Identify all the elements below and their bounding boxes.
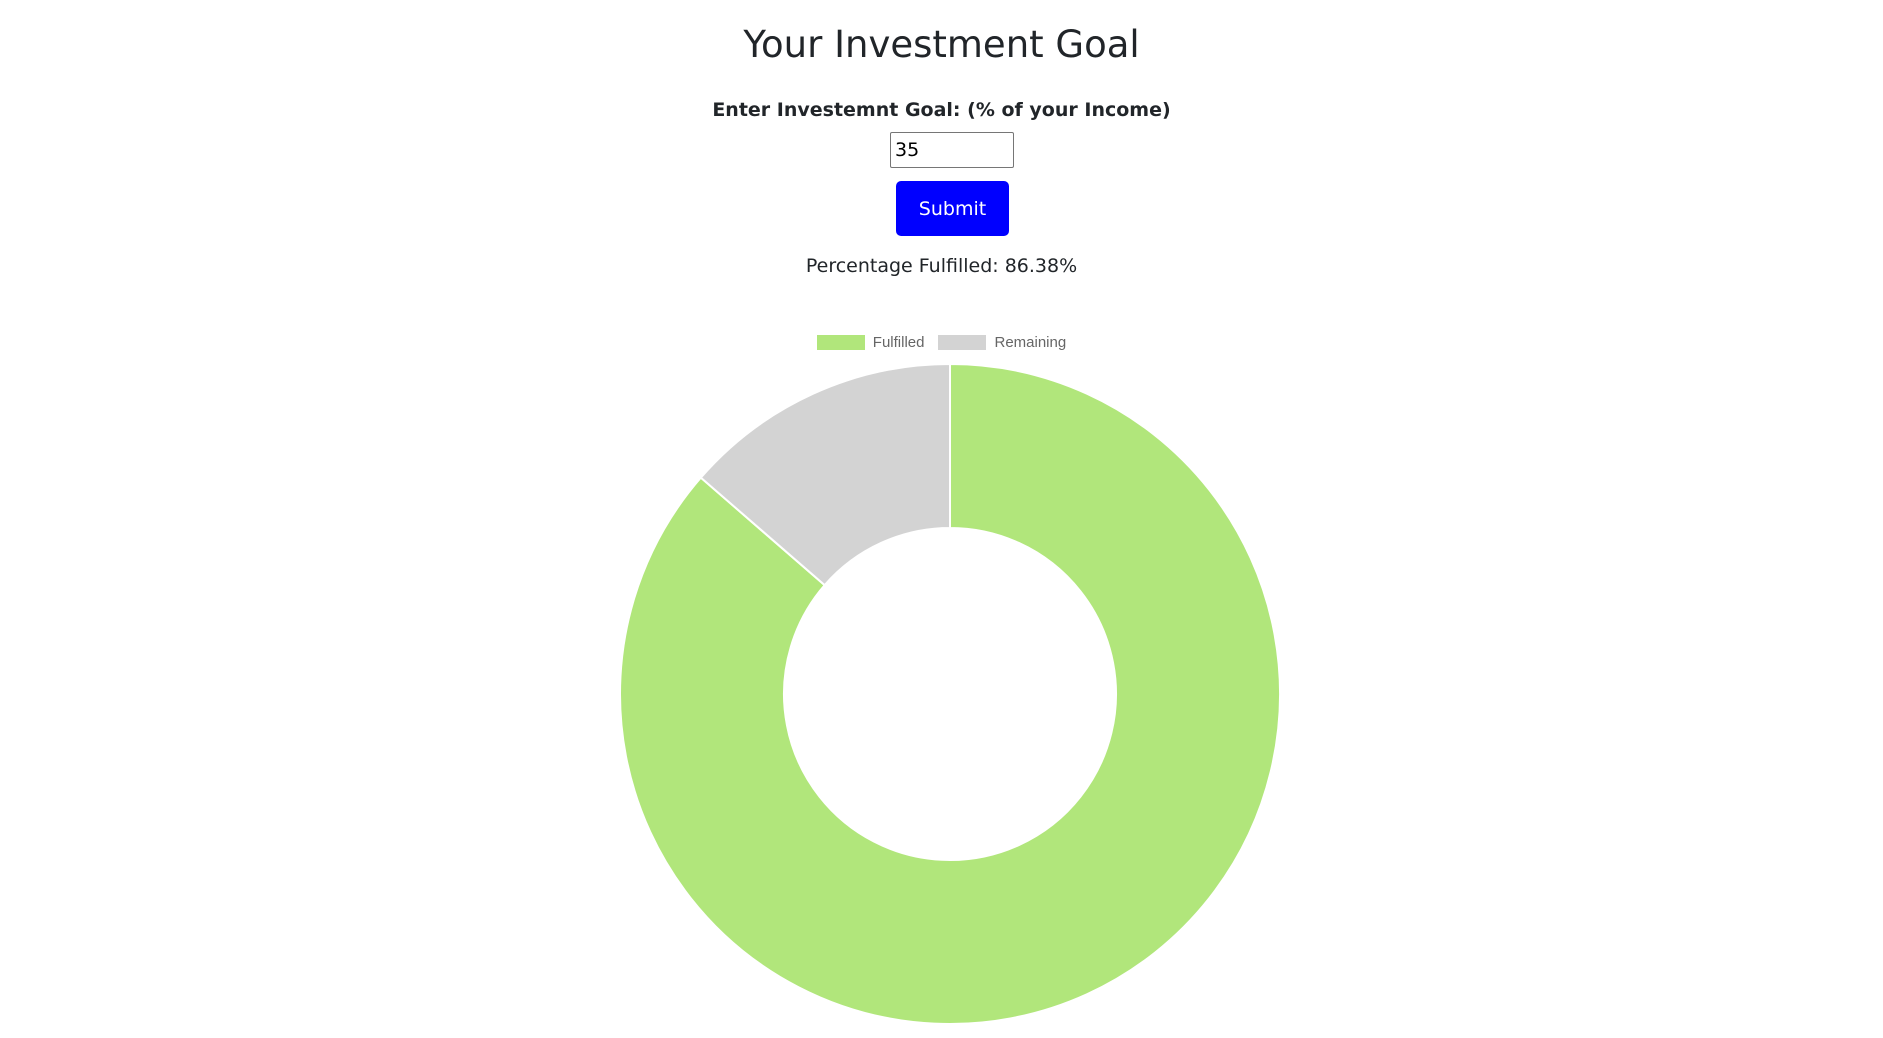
legend-label-remaining: Remaining xyxy=(994,334,1067,351)
chart-legend: Fulfilled Remaining xyxy=(0,334,1883,351)
legend-item-remaining[interactable]: Remaining xyxy=(938,334,1066,351)
investment-goal-input[interactable] xyxy=(890,132,1014,168)
goal-input-label: Enter Investemnt Goal: (% of your Income… xyxy=(712,99,1171,121)
page-title: Your Investment Goal xyxy=(743,23,1140,66)
legend-swatch-fulfilled xyxy=(816,335,865,350)
submit-button[interactable]: Submit xyxy=(896,181,1009,236)
legend-item-fulfilled[interactable]: Fulfilled xyxy=(816,334,925,351)
chart-slices xyxy=(620,362,1280,1025)
percentage-fulfilled-text: Percentage Fulfilled: 86.38% xyxy=(805,255,1078,277)
legend-label-fulfilled: Fulfilled xyxy=(872,334,925,351)
doughnut-chart xyxy=(620,362,1280,1025)
legend-swatch-remaining xyxy=(938,335,987,350)
